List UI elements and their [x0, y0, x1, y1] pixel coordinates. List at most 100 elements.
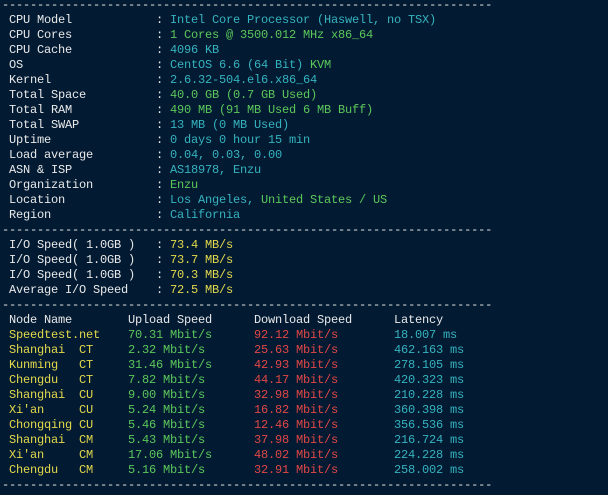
info-value: 4096 KB: [170, 43, 220, 57]
info-colon: :: [156, 178, 164, 192]
io-speed-value: 73.7 MB/s: [170, 253, 234, 267]
upload-speed: 5.46 Mbit/s: [128, 418, 206, 432]
node-name: Xi'an: [9, 403, 45, 417]
upload-speed: 31.46 Mbit/s: [128, 358, 213, 372]
download-speed: 16.82 Mbit/s: [254, 403, 339, 417]
io-colon: :: [156, 253, 164, 267]
node-name: Shanghai: [9, 388, 66, 402]
io-speed-value: 73.4 MB/s: [170, 238, 234, 252]
speedtest-row: Chengdu CT 7.82 Mbit/s 44.17 Mbit/s 420.…: [0, 373, 608, 388]
io-colon: :: [156, 238, 164, 252]
info-row-load-average: Load average : 0.04, 0.03, 0.00: [0, 148, 608, 163]
io-row: I/O Speed( 1.0GB ) : 70.3 MB/s: [0, 268, 608, 283]
speedtest-row: Shanghai CM 5.43 Mbit/s 37.98 Mbit/s 216…: [0, 433, 608, 448]
info-label: Kernel: [9, 73, 52, 87]
info-row-uptime: Uptime : 0 days 0 hour 15 min: [0, 133, 608, 148]
info-row-organization: Organization : Enzu: [0, 178, 608, 193]
info-colon: :: [156, 73, 164, 87]
node-name: Chengdu: [9, 463, 59, 477]
separator-line: ----------------------------------------…: [0, 298, 608, 313]
upload-speed: 9.00 Mbit/s: [128, 388, 206, 402]
info-colon: :: [156, 193, 164, 207]
dashed-rule: ----------------------------------------…: [2, 0, 493, 12]
io-label: I/O Speed( 1.0GB ): [9, 268, 136, 282]
node-name: Chengdu: [9, 373, 59, 387]
info-row-cpu-cache: CPU Cache : 4096 KB: [0, 43, 608, 58]
dashed-rule: ----------------------------------------…: [2, 478, 493, 492]
location-country: United States / US: [261, 193, 388, 207]
location-city: Los Angeles,: [170, 193, 255, 207]
download-speed: 37.98 Mbit/s: [254, 433, 339, 447]
speedtest-row: Kunming CT 31.46 Mbit/s 42.93 Mbit/s 278…: [0, 358, 608, 373]
download-speed: 25.63 Mbit/s: [254, 343, 339, 357]
info-label: Total RAM: [9, 103, 73, 117]
info-label: CPU Model: [9, 13, 73, 27]
info-colon: :: [156, 103, 164, 117]
io-label: I/O Speed( 1.0GB ): [9, 238, 136, 252]
info-row-cpu-model: CPU Model : Intel Core Processor (Haswel…: [0, 13, 608, 28]
download-speed: 42.93 Mbit/s: [254, 358, 339, 372]
upload-speed: 70.31 Mbit/s: [128, 328, 213, 342]
node-isp: CU: [79, 388, 94, 402]
node-isp: CM: [79, 448, 94, 462]
info-value: Enzu: [170, 178, 199, 192]
info-value: Intel Core Processor (Haswell, no TSX): [170, 13, 437, 27]
info-colon: :: [156, 28, 164, 42]
download-speed: 92.12 Mbit/s: [254, 328, 339, 342]
node-isp: CT: [79, 358, 94, 372]
node-name: Chongqing: [9, 418, 73, 432]
info-row-total-swap: Total SWAP : 13 MB (0 MB Used): [0, 118, 608, 133]
speedtest-row: Speedtest.net 70.31 Mbit/s 92.12 Mbit/s …: [0, 328, 608, 343]
info-value: 13 MB (0 MB Used): [170, 118, 290, 132]
info-label: Total Space: [9, 88, 87, 102]
speedtest-row: Shanghai CT 2.32 Mbit/s 25.63 Mbit/s 462…: [0, 343, 608, 358]
info-colon: :: [156, 133, 164, 147]
latency: 224.228 ms: [394, 448, 465, 462]
info-colon: :: [156, 13, 164, 27]
dashed-rule: ----------------------------------------…: [2, 298, 493, 312]
info-value: CentOS 6.6 (64 Bit) KVM: [170, 58, 331, 73]
info-label: Load average: [9, 148, 94, 162]
speedtest-header: Node Name Upload Speed Download Speed La…: [0, 313, 608, 328]
speedtest-row: Chengdu CM 5.16 Mbit/s 32.91 Mbit/s 258.…: [0, 463, 608, 478]
column-header-node-name: Node Name: [9, 313, 73, 327]
info-colon: :: [156, 58, 164, 72]
node-name: Shanghai: [9, 343, 66, 357]
speedtest-row: Shanghai CU 9.00 Mbit/s 32.98 Mbit/s 210…: [0, 388, 608, 403]
info-label: CPU Cache: [9, 43, 73, 57]
info-value: 0.04, 0.03, 0.00: [170, 148, 283, 162]
node-name: Xi'an: [9, 448, 45, 462]
node-isp: CU: [79, 403, 94, 417]
io-row: I/O Speed( 1.0GB ) : 73.4 MB/s: [0, 238, 608, 253]
download-speed: 12.46 Mbit/s: [254, 418, 339, 432]
upload-speed: 2.32 Mbit/s: [128, 343, 206, 357]
node-name: Shanghai: [9, 433, 66, 447]
latency: 210.228 ms: [394, 388, 465, 402]
download-speed: 48.02 Mbit/s: [254, 448, 339, 462]
separator-line: ----------------------------------------…: [0, 478, 608, 493]
info-value: 490 MB (91 MB Used 6 MB Buff): [170, 103, 374, 117]
info-row-asn-isp: ASN & ISP : AS18978, Enzu: [0, 163, 608, 178]
virtualization-type: KVM: [310, 58, 332, 72]
io-speed-value: 70.3 MB/s: [170, 268, 234, 282]
io-row-average: Average I/O Speed : 72.5 MB/s: [0, 283, 608, 298]
upload-speed: 17.06 Mbit/s: [128, 448, 213, 462]
info-label: Organization: [9, 178, 94, 192]
info-label: OS: [9, 58, 24, 72]
info-colon: :: [156, 148, 164, 162]
io-colon: :: [156, 268, 164, 282]
terminal-output[interactable]: ----------------------------------------…: [0, 0, 608, 495]
info-row-total-ram: Total RAM : 490 MB (91 MB Used 6 MB Buff…: [0, 103, 608, 118]
info-row-location: Location : Los Angeles, United States / U…: [0, 193, 608, 208]
separator-line: ----------------------------------------…: [0, 0, 608, 13]
node-isp: CM: [79, 463, 94, 477]
info-row-kernel: Kernel : 2.6.32-504.el6.x86_64: [0, 73, 608, 88]
info-row-total-space: Total Space : 40.0 GB (0.7 GB Used): [0, 88, 608, 103]
info-value: AS18978, Enzu: [170, 163, 262, 177]
dashed-rule: ----------------------------------------…: [2, 223, 493, 237]
node-isp: CT: [79, 343, 94, 357]
latency: 360.398 ms: [394, 403, 465, 417]
upload-speed: 5.43 Mbit/s: [128, 433, 206, 447]
column-header-download-speed: Download Speed: [254, 313, 353, 327]
io-colon: :: [156, 283, 164, 297]
